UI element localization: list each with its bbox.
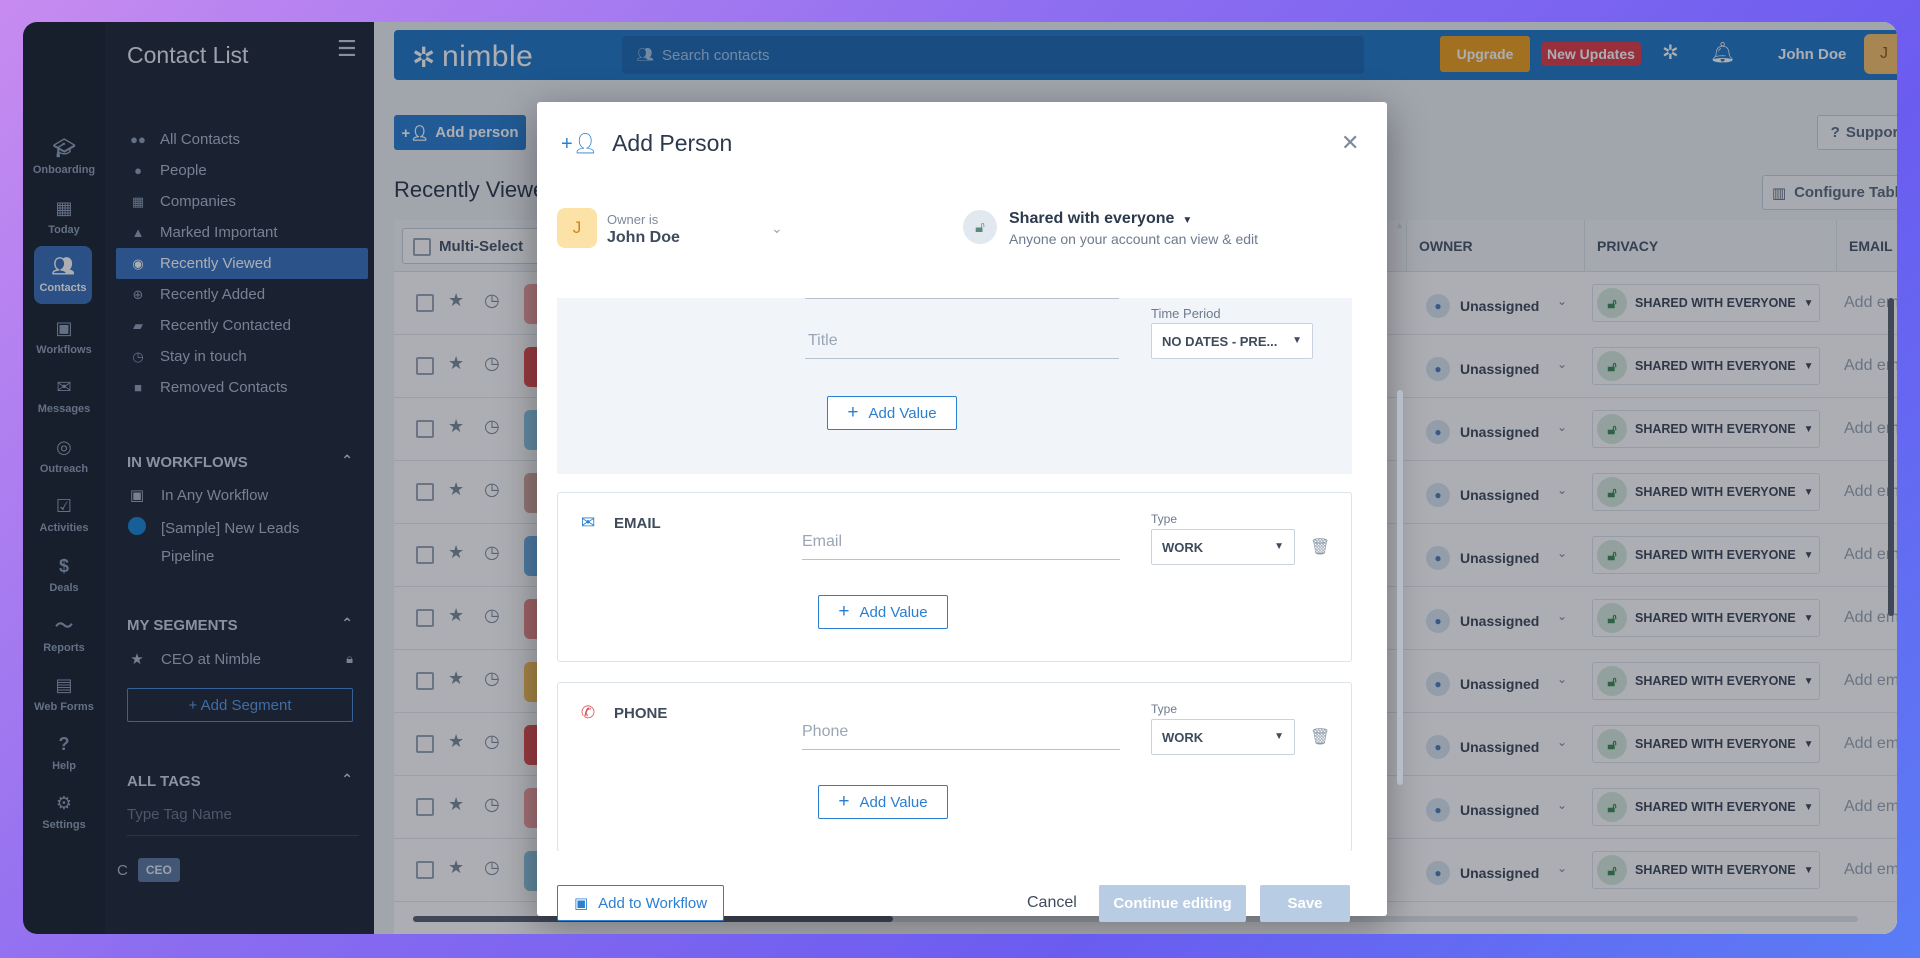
dialog-title: +👤︎ Add Person [561, 130, 733, 156]
owner-label: Owner is [607, 212, 659, 227]
phone-underline [802, 749, 1120, 750]
phone-input[interactable]: Phone [802, 723, 848, 741]
delete-phone-trash-icon[interactable]: 🗑︎ [1310, 727, 1330, 747]
caret-down-icon: ▼ [1274, 541, 1284, 552]
dialog-scrollbar[interactable]: ▲ [1395, 220, 1404, 840]
previous-field-underline [805, 298, 1119, 299]
caret-down-icon: ▼ [1292, 335, 1302, 346]
add-to-workflow-button[interactable]: ▣ Add to Workflow [557, 885, 724, 921]
phone-type-label: Type [1151, 702, 1178, 716]
save-button[interactable]: Save [1260, 885, 1350, 922]
close-icon[interactable]: ✕ [1341, 130, 1359, 156]
cancel-button[interactable]: Cancel [1027, 894, 1077, 912]
caret-down-icon: ▼ [1274, 731, 1284, 742]
add-title-value-button[interactable]: + Add Value [827, 396, 957, 430]
continue-editing-button[interactable]: Continue editing [1099, 885, 1246, 922]
plus-icon: + [838, 791, 850, 812]
owner-avatar: J [557, 208, 597, 248]
plus-icon: + [838, 601, 850, 622]
title-underline [805, 358, 1119, 359]
email-card: ✉ EMAIL Email Type WORK ▼ 🗑︎ + Add Value [557, 492, 1352, 662]
add-email-value-button[interactable]: + Add Value [818, 595, 948, 629]
chevron-down-icon[interactable]: ⌄ [771, 220, 783, 237]
workflow-icon: ▣ [573, 895, 589, 912]
email-type-select[interactable]: WORK ▼ [1151, 529, 1295, 565]
owner-select[interactable]: John Doe [607, 229, 680, 247]
email-type-label: Type [1151, 512, 1178, 526]
email-underline [802, 559, 1120, 560]
time-period-label: Time Period [1151, 306, 1221, 321]
add-person-icon: +👤︎ [561, 133, 599, 155]
app-window: 🎓︎ Onboarding ▦ Today 👥︎ Contacts ▣ Workflow… [23, 22, 1897, 934]
email-section-title: ✉ EMAIL [578, 513, 661, 533]
scroll-up-arrow-icon[interactable]: ▲ [1395, 220, 1404, 230]
envelope-icon: ✉ [580, 513, 596, 532]
privacy-description: Anyone on your account can view & edit [1009, 231, 1259, 247]
delete-email-trash-icon[interactable]: 🗑︎ [1310, 537, 1330, 557]
plus-icon: + [847, 402, 859, 423]
phone-card: ✆ PHONE Phone Type WORK ▼ 🗑︎ + Add Value [557, 682, 1352, 851]
phone-section-title: ✆ PHONE [578, 703, 667, 723]
caret-down-icon: ▼ [1182, 215, 1193, 226]
email-input[interactable]: Email [802, 533, 842, 551]
time-period-select[interactable]: NO DATES - PRE... ▼ [1151, 323, 1313, 359]
phone-type-select[interactable]: WORK ▼ [1151, 719, 1295, 755]
dialog-scrollbar-thumb[interactable] [1397, 390, 1403, 785]
unlock-icon: 🔓︎ [963, 210, 997, 244]
add-person-dialog: +👤︎ Add Person ✕ J Owner is John Doe ⌄ 🔓︎… [537, 102, 1387, 922]
title-input[interactable]: Title [808, 332, 838, 350]
privacy-select[interactable]: Shared with everyone ▼ [1009, 210, 1192, 228]
dialog-form-body: Title Time Period NO DATES - PRE... ▼ + Ad… [557, 298, 1352, 851]
job-title-panel: Title Time Period NO DATES - PRE... ▼ + Ad… [557, 298, 1352, 474]
add-phone-value-button[interactable]: + Add Value [818, 785, 948, 819]
phone-icon: ✆ [580, 703, 596, 722]
